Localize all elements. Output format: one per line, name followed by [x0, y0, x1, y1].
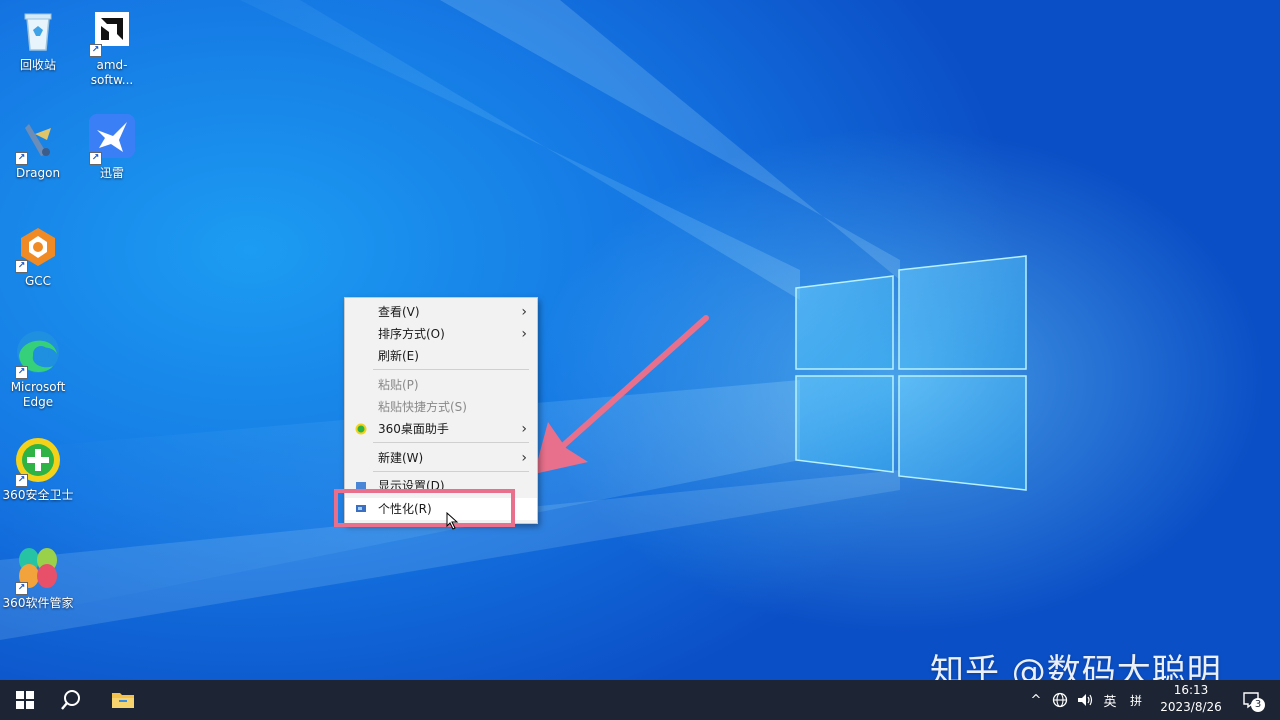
- gcc-icon: ↗: [13, 222, 63, 273]
- menu-item-sort-by[interactable]: 排序方式(O) ›: [345, 323, 537, 345]
- tray-overflow-button[interactable]: ^: [1026, 680, 1046, 720]
- taskbar-clock[interactable]: 16:13 2023/8/26: [1152, 682, 1230, 716]
- menu-separator: [373, 369, 529, 370]
- chevron-up-icon: ^: [1030, 692, 1042, 708]
- search-button[interactable]: [48, 680, 94, 720]
- taskbar: ^ 英 拼 16:13 2023/8/26 3: [0, 680, 1280, 720]
- menu-item-refresh[interactable]: 刷新(E): [345, 345, 537, 367]
- watermark: 知乎 @数码大聪明: [930, 652, 1222, 680]
- desktop-icon-gcc[interactable]: ↗ GCC: [2, 222, 74, 289]
- desktop-icon-amd-software[interactable]: ↗ amd-softw...: [76, 6, 148, 88]
- xunlei-icon: ↗: [87, 114, 137, 165]
- menu-item-paste-shortcut[interactable]: 粘贴快捷方式(S): [345, 396, 537, 418]
- search-icon: [61, 690, 80, 710]
- file-explorer-button[interactable]: [100, 680, 146, 720]
- menu-item-view[interactable]: 查看(V) ›: [345, 301, 537, 323]
- menu-item-paste[interactable]: 粘贴(P): [345, 374, 537, 396]
- clock-time: 16:13: [1173, 683, 1209, 697]
- desktop-icon-xunlei[interactable]: ↗ 迅雷: [76, 114, 148, 181]
- menu-separator: [373, 442, 529, 443]
- desktop-icon-recycle-bin[interactable]: 回收站: [2, 6, 74, 73]
- action-center-button[interactable]: 3: [1234, 680, 1268, 720]
- speaker-volume-icon: [1078, 694, 1093, 706]
- dragon-icon: ↗: [13, 114, 63, 165]
- personalize-icon: [356, 505, 366, 512]
- desktop-icon-microsoft-edge[interactable]: ↗ Microsoft Edge: [2, 328, 74, 410]
- ime-mode-button[interactable]: 拼: [1124, 680, 1148, 720]
- desktop-context-menu: 查看(V) › 排序方式(O) › 刷新(E) 粘贴(P) 粘贴快捷方式(S) …: [344, 297, 538, 524]
- menu-item-360-desktop-helper[interactable]: 360桌面助手 ›: [345, 418, 537, 440]
- windows-logo-wallpaper: [0, 0, 1027, 640]
- shortcut-arrow-icon: ↗: [15, 474, 28, 487]
- chevron-right-icon: ›: [521, 421, 527, 437]
- menu-separator: [373, 471, 529, 472]
- shortcut-arrow-icon: ↗: [15, 582, 28, 595]
- chevron-right-icon: ›: [521, 450, 527, 466]
- network-button[interactable]: [1048, 680, 1072, 720]
- clock-date: 2023/8/26: [1160, 700, 1222, 714]
- shortcut-arrow-icon: ↗: [15, 366, 28, 379]
- 360-software-manager-icon: ↗: [13, 544, 63, 595]
- chevron-right-icon: ›: [521, 326, 527, 342]
- menu-item-display-settings[interactable]: 显示设置(D): [345, 475, 537, 497]
- mouse-cursor-icon: [446, 512, 459, 530]
- volume-button[interactable]: [1074, 680, 1098, 720]
- edge-icon: ↗: [13, 328, 63, 379]
- globe-network-icon: [1052, 692, 1068, 708]
- menu-item-personalize[interactable]: 个性化(R): [345, 498, 537, 520]
- ime-language-button[interactable]: 英: [1098, 680, 1122, 720]
- start-button[interactable]: [2, 680, 48, 720]
- 360-safe-icon: ↗: [13, 436, 63, 487]
- shortcut-arrow-icon: ↗: [15, 152, 28, 165]
- chevron-right-icon: ›: [521, 304, 527, 320]
- 360-desktop-helper-icon: [355, 423, 367, 435]
- recycle-bin-icon: [13, 6, 63, 56]
- notification-count-badge: 3: [1251, 698, 1265, 712]
- windows-start-icon: [16, 691, 34, 709]
- shortcut-arrow-icon: ↗: [15, 260, 28, 273]
- display-settings-icon: [356, 482, 366, 491]
- desktop-icon-dragon[interactable]: ↗ Dragon: [2, 114, 74, 181]
- shortcut-arrow-icon: ↗: [89, 44, 102, 57]
- desktop-icon-360-software-manager[interactable]: ↗ 360软件管家: [2, 544, 74, 611]
- shortcut-arrow-icon: ↗: [89, 152, 102, 165]
- desktop-icon-360-safe[interactable]: ↗ 360安全卫士: [2, 436, 74, 503]
- amd-icon: ↗: [87, 6, 137, 57]
- desktop-background[interactable]: 回收站 ↗ amd-softw... ↗ Dragon ↗ 迅雷 ↗ GCC ↗…: [0, 0, 1280, 680]
- menu-item-new[interactable]: 新建(W) ›: [345, 447, 537, 469]
- file-explorer-icon: [112, 693, 134, 708]
